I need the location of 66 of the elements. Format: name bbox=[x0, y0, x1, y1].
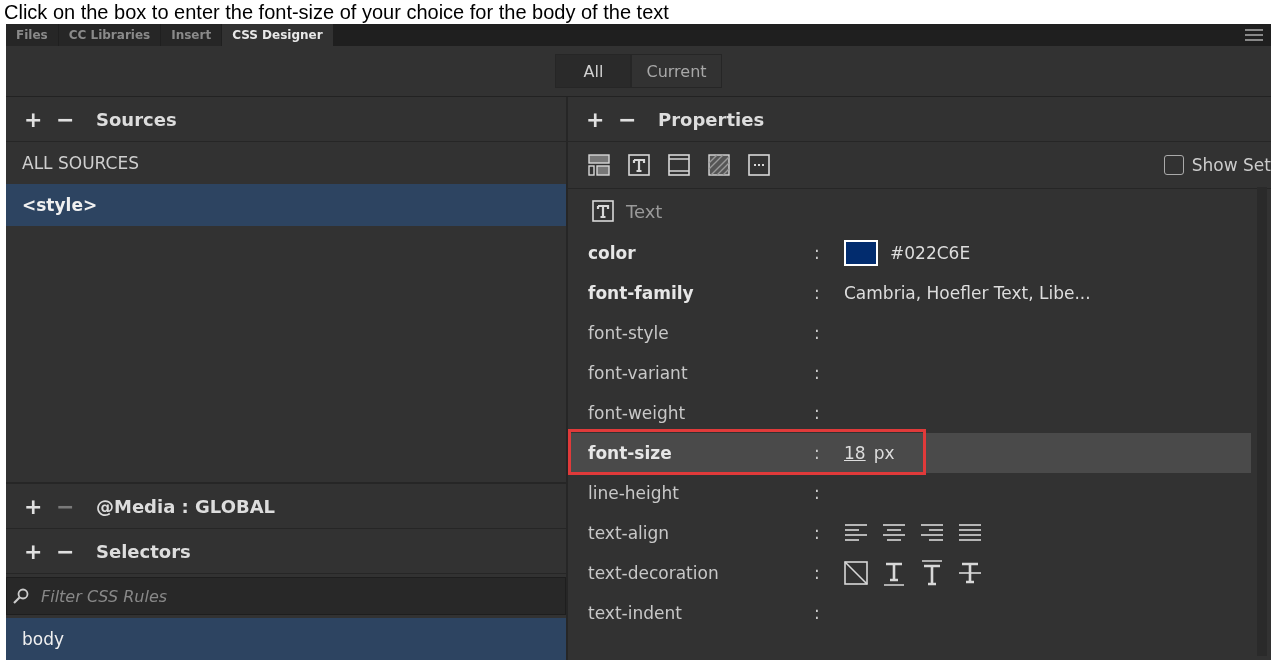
add-button[interactable]: + bbox=[24, 538, 38, 564]
property-name: line-height bbox=[588, 483, 680, 503]
align-left-icon[interactable] bbox=[844, 524, 868, 542]
overline-icon[interactable] bbox=[920, 560, 944, 586]
more-icon[interactable] bbox=[748, 154, 770, 176]
selector-item[interactable]: body bbox=[6, 618, 566, 660]
border-icon[interactable] bbox=[668, 154, 690, 176]
colon-separator: : bbox=[814, 563, 821, 583]
background-icon[interactable] bbox=[708, 154, 730, 176]
align-justify-icon[interactable] bbox=[958, 524, 982, 542]
underline-icon[interactable] bbox=[882, 560, 906, 586]
unit-label[interactable]: px bbox=[873, 443, 895, 463]
filter-field[interactable]: Filter CSS Rules bbox=[39, 585, 565, 607]
panel-tab[interactable]: CC Libraries bbox=[58, 24, 161, 46]
panel-tab[interactable]: CSS Designer bbox=[222, 24, 333, 46]
source-item[interactable]: <style> bbox=[6, 184, 566, 226]
colon-separator: : bbox=[814, 603, 821, 623]
remove-button[interactable]: − bbox=[618, 106, 632, 132]
search-icon bbox=[13, 588, 29, 604]
property-name: font-family bbox=[588, 283, 695, 303]
align-right-icon[interactable] bbox=[920, 524, 944, 542]
remove-button[interactable]: − bbox=[56, 106, 70, 132]
colon-separator: : bbox=[814, 443, 821, 463]
strikethrough-icon[interactable] bbox=[958, 561, 982, 585]
property-name: font-style bbox=[588, 323, 670, 343]
panel-tab[interactable]: Insert bbox=[161, 24, 222, 46]
property-name: color bbox=[588, 243, 637, 263]
source-item[interactable]: ALL SOURCES bbox=[6, 142, 566, 184]
instruction-caption: Click on the box to enter the font-size of your choice for the body of the text bbox=[3, 0, 670, 24]
property-name: text-decoration bbox=[588, 563, 720, 583]
add-button[interactable]: + bbox=[586, 106, 600, 132]
text-icon bbox=[628, 154, 650, 176]
no-decoration-icon[interactable] bbox=[844, 561, 868, 585]
show-set-checkbox[interactable]: Show Set bbox=[1163, 155, 1271, 175]
panel-title: Selectors bbox=[96, 540, 191, 562]
property-name: text-indent bbox=[588, 603, 683, 623]
property-name: font-weight bbox=[588, 403, 687, 423]
property-name: font-variant bbox=[588, 363, 689, 383]
layout-icon[interactable] bbox=[588, 154, 610, 176]
panel-title: Properties bbox=[658, 108, 765, 130]
filter-box[interactable]: Filter CSS Rules bbox=[6, 577, 566, 615]
color-swatch[interactable] bbox=[844, 240, 878, 266]
section-title: Text bbox=[626, 200, 663, 222]
colon-separator: : bbox=[814, 283, 821, 303]
property-value: Cambria, Hoefler Text, Libe... bbox=[844, 283, 1091, 303]
align-center-icon[interactable] bbox=[882, 524, 906, 542]
add-button[interactable]: + bbox=[24, 493, 38, 519]
menu-icon[interactable] bbox=[1245, 29, 1263, 41]
mode-toggle[interactable]: Current bbox=[631, 54, 722, 88]
property-value: #022C6E bbox=[890, 243, 971, 263]
property-name: text-align bbox=[588, 523, 671, 543]
add-button[interactable]: + bbox=[24, 106, 38, 132]
colon-separator: : bbox=[814, 403, 821, 423]
font-size-value[interactable]: 18 bbox=[844, 443, 866, 463]
colon-separator: : bbox=[814, 483, 821, 503]
text-section-icon bbox=[592, 200, 614, 222]
panel-title: @Media : GLOBAL bbox=[96, 495, 276, 517]
mode-toggle[interactable]: All bbox=[555, 54, 632, 88]
panel-tab[interactable]: Files bbox=[6, 24, 58, 46]
property-name: font-size bbox=[588, 443, 673, 463]
colon-separator: : bbox=[814, 523, 821, 543]
panel-title: Sources bbox=[96, 108, 177, 130]
colon-separator: : bbox=[814, 243, 821, 263]
colon-separator: : bbox=[814, 323, 821, 343]
colon-separator: : bbox=[814, 363, 821, 383]
remove-button[interactable]: − bbox=[56, 538, 70, 564]
